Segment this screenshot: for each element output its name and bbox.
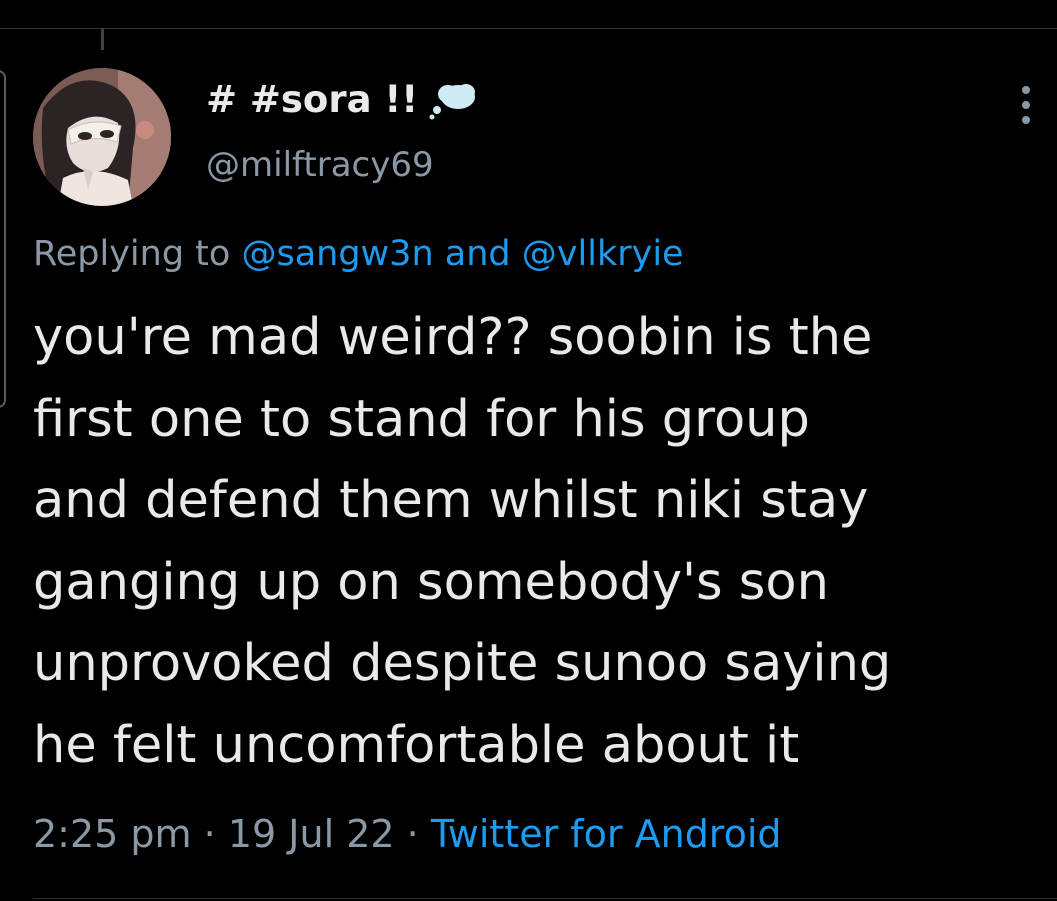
tweet-text-line: you're mad weird?? soobin is the — [33, 308, 873, 367]
mention-link[interactable]: @sangw3n — [241, 234, 433, 274]
tweet-text-line: first one to stand for his group — [33, 389, 810, 449]
top-divider — [0, 28, 1057, 29]
tweet-text: you're mad weird?? soobin is the first o… — [33, 297, 1043, 786]
thought-bubble-icon — [429, 83, 476, 119]
author-handle[interactable]: @milftracy69 — [206, 145, 434, 185]
tweet-date[interactable]: 19 Jul 22 — [228, 812, 395, 856]
meta-separator: · — [203, 812, 216, 856]
tweet-source-link[interactable]: Twitter for Android — [431, 812, 782, 856]
mention-link[interactable]: @vllkryie — [522, 234, 684, 274]
meta-separator: · — [406, 812, 419, 856]
avatar-image — [33, 68, 171, 206]
tweet-detail-page: # #sora !! @milftracy69 Replying to @san… — [0, 0, 1057, 901]
tweet-text-line: he felt uncomfortable about it — [33, 715, 800, 775]
thread-connector-line — [101, 28, 104, 50]
more-options-icon[interactable] — [1013, 84, 1039, 126]
scrollbar[interactable] — [0, 70, 6, 408]
bottom-divider — [33, 898, 1057, 899]
tweet-text-line: unprovoked despite sunoo saying — [33, 634, 892, 693]
tweet-time[interactable]: 2:25 pm — [33, 812, 192, 856]
tweet-meta: 2:25 pm · 19 Jul 22 · Twitter for Androi… — [33, 812, 782, 856]
vertical-dots-icon — [1022, 86, 1030, 124]
tweet-text-line: ganging up on somebody's son — [33, 552, 829, 612]
tweet-text-line: and defend them whilst niki stay — [33, 471, 869, 530]
author-display-name[interactable]: # #sora !! — [206, 78, 478, 121]
mention-joiner: and — [444, 234, 511, 274]
replying-to-line: Replying to @sangw3n and @vllkryie — [33, 234, 684, 274]
display-name-text: # #sora !! — [206, 78, 419, 121]
replying-to-label: Replying to — [33, 234, 231, 274]
avatar[interactable] — [33, 68, 171, 206]
